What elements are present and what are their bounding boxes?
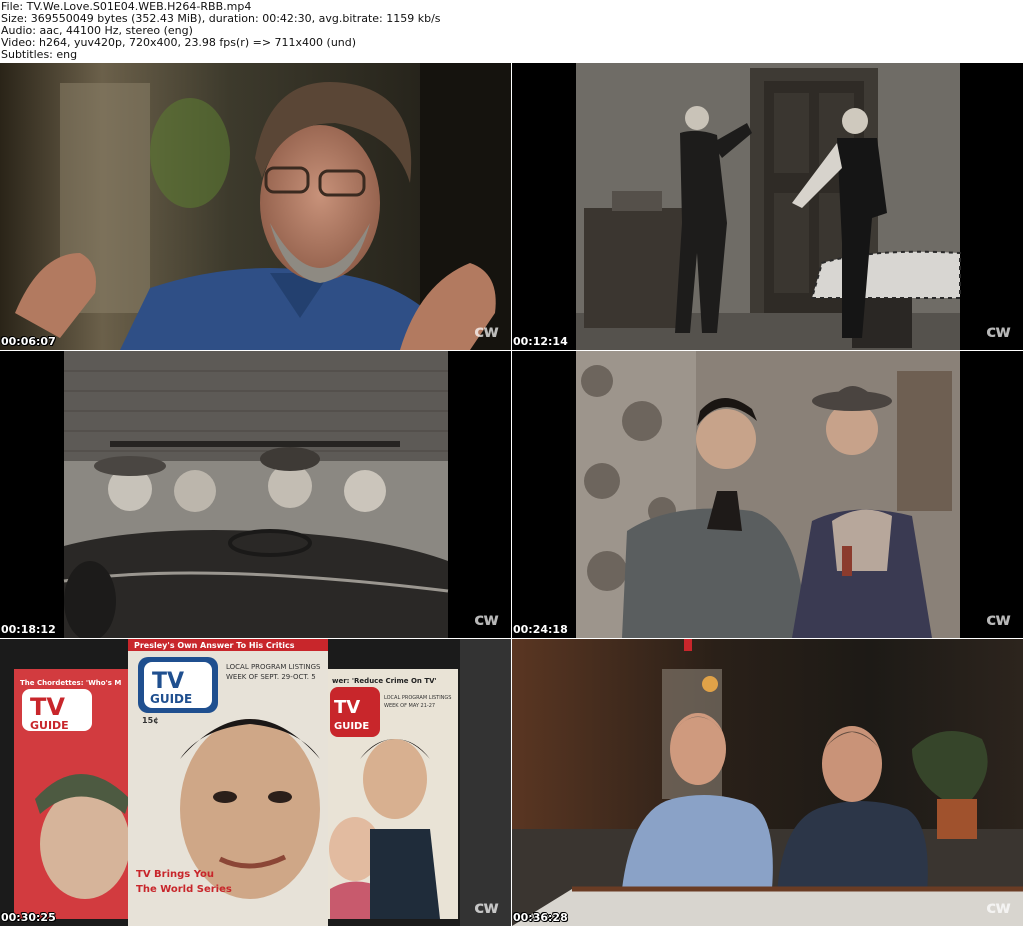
cw-watermark: cw: [986, 610, 1011, 630]
timestamp: 00:36:28: [513, 911, 568, 924]
magazine-right: wer: 'Reduce Crime On TV' TV GUIDE LOCAL…: [328, 669, 458, 919]
thumbnail-1[interactable]: cw 00:06:07: [0, 63, 511, 350]
timestamp: 00:18:12: [1, 623, 56, 636]
magazine-left-headline: The Chordettes: 'Who's M: [20, 679, 121, 687]
magazine-left-logo-bottom: GUIDE: [30, 719, 69, 732]
timestamp: 00:24:18: [513, 623, 568, 636]
file-info-header: File: TV.We.Love.S01E04.WEB.H264-RBB.mp4…: [0, 0, 1024, 63]
cw-watermark: cw: [986, 898, 1011, 918]
cw-watermark: cw: [474, 610, 499, 630]
timestamp: 00:12:14: [513, 335, 568, 348]
thumbnail-3[interactable]: cw 00:18:12: [0, 351, 511, 638]
magazine-center-week: WEEK OF SEPT. 29-OCT. 5: [226, 673, 316, 681]
thumbnail-2[interactable]: cw 00:12:14: [512, 63, 1023, 350]
thumbnail-5[interactable]: The Chordettes: 'Who's M TV GUIDE Presle…: [0, 639, 511, 926]
timestamp: 00:30:25: [1, 911, 56, 924]
magazine-left-logo-top: TV: [30, 693, 65, 721]
cw-watermark: cw: [474, 898, 499, 918]
thumbnail-5-image: The Chordettes: 'Who's M TV GUIDE Presle…: [0, 639, 511, 926]
thumbnail-4-image: [512, 351, 1023, 638]
magazine-center: Presley's Own Answer To His Critics TV G…: [128, 639, 328, 926]
thumbnail-3-image: [0, 351, 511, 638]
magazine-right-week: WEEK OF MAY 21-27: [384, 703, 435, 709]
magazine-center-logo-bottom: GUIDE: [150, 692, 192, 706]
subtitles-info-line: Subtitles: eng: [1, 48, 78, 61]
magazine-center-logo-top: TV: [152, 669, 184, 694]
thumbnail-1-image: [0, 63, 511, 350]
magazine-right-logo-bottom: GUIDE: [334, 721, 369, 732]
thumbnail-6-image: [512, 639, 1023, 926]
magazine-left: The Chordettes: 'Who's M TV GUIDE: [14, 669, 144, 919]
magazine-center-price: 15¢: [142, 716, 159, 725]
magazine-center-headline: Presley's Own Answer To His Critics: [134, 641, 295, 650]
thumbnail-4[interactable]: cw 00:24:18: [512, 351, 1023, 638]
magazine-center-cover-line-1: TV Brings You: [136, 869, 214, 880]
cw-watermark: cw: [474, 322, 499, 342]
cw-watermark: cw: [986, 322, 1011, 342]
magazine-right-listing: LOCAL PROGRAM LISTINGS: [384, 695, 451, 701]
thumbnail-6[interactable]: cw 00:36:28: [512, 639, 1023, 926]
magazine-right-headline: wer: 'Reduce Crime On TV': [332, 677, 437, 685]
magazine-center-cover-line-2: The World Series: [136, 884, 232, 895]
timestamp: 00:06:07: [1, 335, 56, 348]
thumbnail-grid: cw 00:06:07 cw 00:12:14 cw 00:18:12 cw 0…: [0, 63, 1024, 927]
thumbnail-2-image: [512, 63, 1023, 350]
magazine-center-listing: LOCAL PROGRAM LISTINGS: [226, 663, 321, 671]
magazine-right-logo-top: TV: [334, 697, 360, 718]
